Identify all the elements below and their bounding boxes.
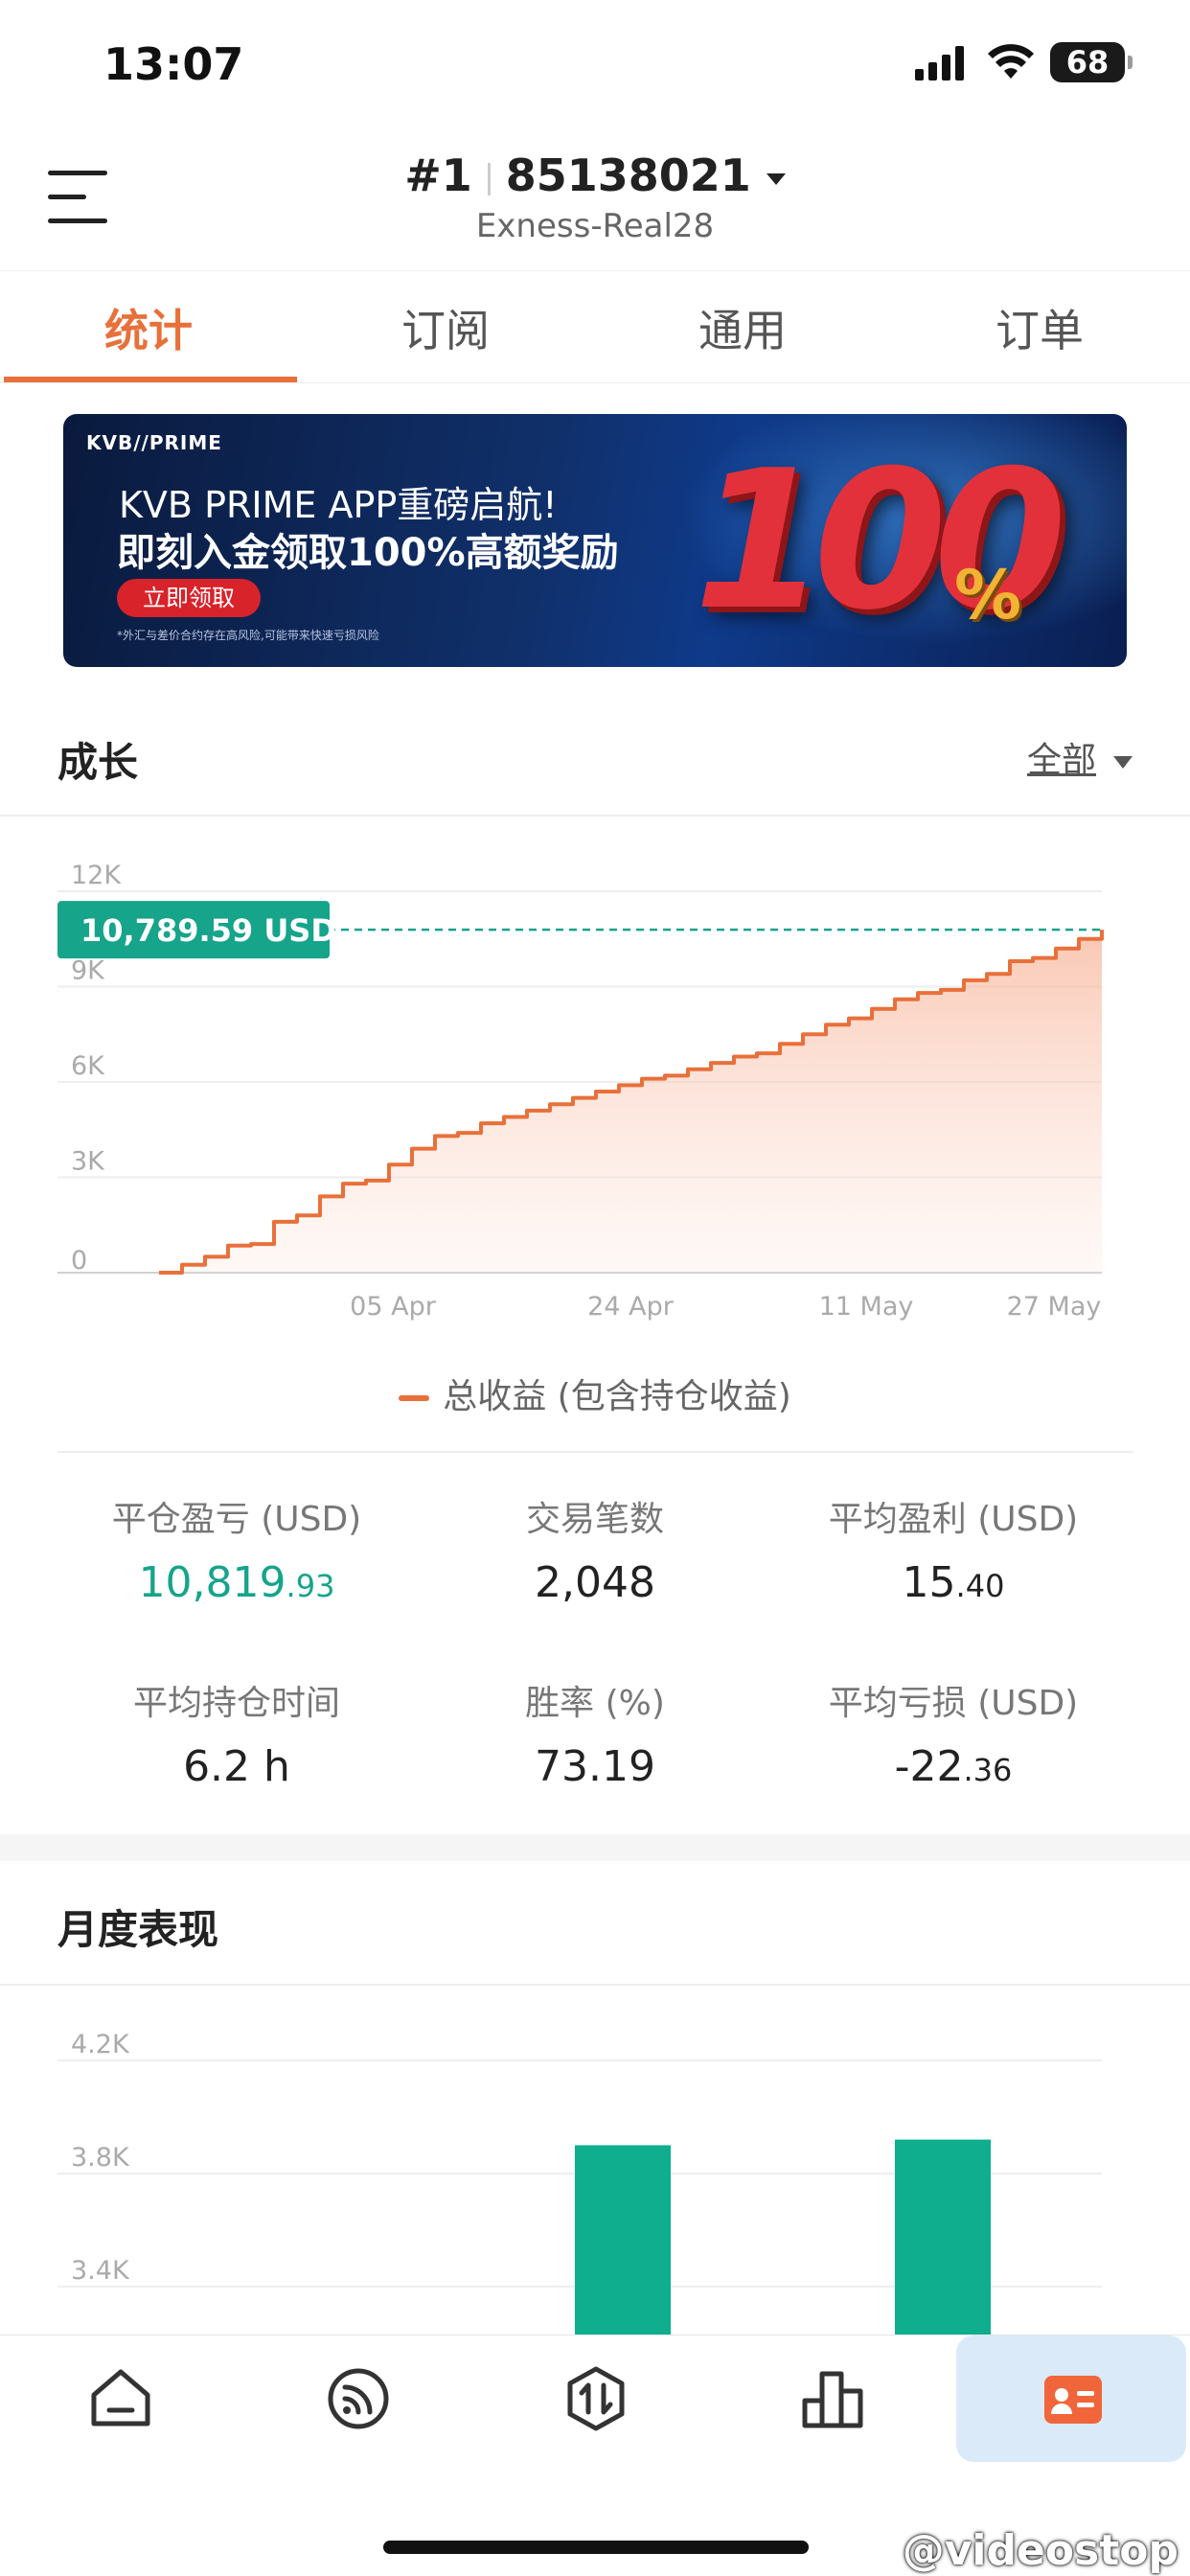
range-value: 全部	[1026, 741, 1096, 780]
monthly-bar-chart[interactable]: 4.2K 3.8K 3.4K	[0, 2003, 1190, 2338]
status-time: 13:07	[103, 38, 244, 90]
range-dropdown[interactable]: 全部	[1027, 732, 1133, 782]
cellular-signal-icon	[915, 46, 964, 80]
caret-down-icon	[766, 172, 786, 185]
x-tick-label: 24 Apr	[587, 1292, 675, 1322]
stat-label: 平仓盈亏 (USD)	[111, 1500, 362, 1539]
home-icon	[91, 2369, 150, 2426]
tab-orders[interactable]: 订单	[891, 271, 1188, 382]
nav-home[interactable]	[4, 2335, 234, 2462]
stat-label: 平均持仓时间	[132, 1684, 340, 1723]
account-rank: #1	[404, 150, 472, 201]
trade-icon	[567, 2366, 625, 2431]
y-tick-label: 3K	[71, 1147, 105, 1177]
stat-value: 2,048	[535, 1558, 655, 1607]
account-selector[interactable]: #1 85138021	[0, 150, 1190, 201]
banner-percent: %	[954, 556, 1022, 634]
stat-value: 10,819.93	[138, 1558, 335, 1607]
x-tick-label: 05 Apr	[350, 1292, 437, 1322]
watermark: @videostop	[902, 2526, 1179, 2575]
wifi-icon	[988, 44, 1034, 79]
current-value-label: 10,789.59 USD	[80, 912, 336, 949]
tab-bar: 统计 订阅 通用 订单	[0, 270, 1190, 383]
stat-win-rate: 胜率 (%) 73.19	[397, 1675, 793, 1791]
y-tick-label: 9K	[71, 956, 105, 986]
home-indicator	[383, 2541, 809, 2554]
growth-chart[interactable]: 0 3K 6K 9K 12K 05 Apr 24 Apr 11 May 27 May 10,7…	[0, 862, 1190, 1342]
growth-area	[159, 930, 1102, 1273]
stat-avg-profit: 平均盈利 (USD) 15.40	[755, 1491, 1152, 1607]
legend-swatch	[399, 1395, 430, 1401]
tab-general[interactable]: 通用	[594, 271, 891, 382]
nav-trade[interactable]	[479, 2335, 709, 2462]
y-tick-label: 0	[71, 1246, 87, 1276]
banner-risk-note: *外汇与差价合约存在高风险,可能带来快速亏损风险	[117, 629, 379, 642]
chart-legend: 总收益 (包含持仓收益)	[0, 1368, 1190, 1418]
stat-avg-hold-time: 平均持仓时间 6.2 h	[38, 1675, 435, 1791]
stat-label: 交易笔数	[525, 1500, 664, 1539]
banner-title: KVB PRIME APP重磅启航!	[119, 484, 558, 526]
y-tick-label: 3.4K	[71, 2256, 130, 2286]
battery-indicator: 68	[1050, 42, 1133, 82]
divider	[0, 815, 1190, 816]
account-number: 85138021	[505, 150, 751, 201]
stat-avg-loss: 平均亏损 (USD) -22.36	[755, 1675, 1152, 1791]
stat-value: 73.19	[535, 1742, 655, 1791]
banner-subtitle: 即刻入金领取100%高额奖励	[117, 531, 619, 575]
chart-bars-icon	[802, 2371, 863, 2428]
stat-trade-count: 交易笔数 2,048	[397, 1491, 793, 1607]
monthly-bar[interactable]	[895, 2139, 991, 2338]
legend-label: 总收益 (包含持仓收益)	[443, 1377, 791, 1416]
tab-subscriptions[interactable]: 订阅	[297, 271, 594, 382]
account-card-icon	[1044, 2376, 1102, 2424]
banner-logo: KVB//PRIME	[86, 431, 222, 454]
stat-label: 平均盈利 (USD)	[828, 1500, 1079, 1539]
growth-title: 成长	[57, 739, 139, 786]
y-tick-label: 4.2K	[71, 2030, 130, 2059]
nav-rankings[interactable]	[717, 2335, 947, 2462]
y-tick-label: 6K	[71, 1051, 105, 1081]
x-tick-label: 27 May	[1007, 1292, 1102, 1322]
y-tick-label: 12K	[71, 862, 122, 890]
y-tick-label: 3.8K	[71, 2143, 130, 2173]
divider	[57, 1451, 1133, 1453]
section-gap	[0, 1834, 1190, 1861]
stat-label: 平均亏损 (USD)	[828, 1684, 1079, 1723]
stat-value: -22.36	[894, 1742, 1013, 1791]
stat-closed-pnl: 平仓盈亏 (USD) 10,819.93	[38, 1491, 435, 1607]
status-bar: 13:07 68	[0, 0, 1190, 125]
promo-banner[interactable]: KVB//PRIME KVB PRIME APP重磅启航! 即刻入金领取100%…	[63, 414, 1127, 667]
stat-label: 胜率 (%)	[525, 1684, 665, 1723]
server-name: Exness-Real28	[475, 207, 715, 245]
stat-value: 6.2 h	[183, 1742, 290, 1791]
account-header: #1 85138021 Exness-Real28	[0, 134, 1190, 268]
tab-statistics[interactable]: 统计	[0, 271, 297, 382]
nav-signals[interactable]	[241, 2335, 471, 2462]
monthly-bar[interactable]	[575, 2145, 671, 2339]
caret-down-icon	[1113, 755, 1133, 769]
monthly-title: 月度表现	[57, 1906, 219, 1953]
stat-value: 15.40	[902, 1558, 1005, 1607]
x-tick-label: 11 May	[819, 1292, 914, 1322]
signal-feed-icon	[328, 2368, 389, 2429]
divider	[0, 1984, 1190, 1986]
banner-claim-button[interactable]: 立即领取	[117, 579, 261, 617]
nav-account[interactable]	[956, 2335, 1186, 2462]
